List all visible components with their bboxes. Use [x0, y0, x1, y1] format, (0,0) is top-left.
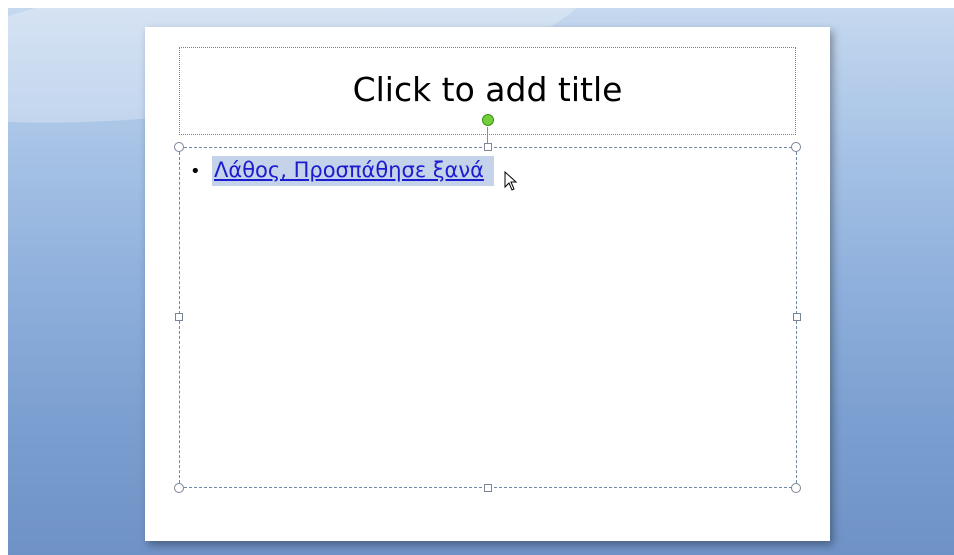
resize-handle-top[interactable]: [484, 143, 492, 151]
list-item: • Λάθος, Προσπάθησε ξανά: [190, 156, 494, 186]
content-placeholder[interactable]: • Λάθος, Προσπάθησε ξανά: [179, 147, 797, 488]
slide-workspace: Click to add title • Λάθος, Προσπάθησε ξ…: [8, 8, 954, 555]
resize-handle-right[interactable]: [793, 313, 801, 321]
title-text[interactable]: Click to add title: [353, 70, 623, 109]
resize-handle-top-right[interactable]: [791, 142, 801, 152]
resize-handle-bottom-left[interactable]: [174, 483, 184, 493]
rotate-handle-icon[interactable]: [482, 114, 494, 126]
bullet-icon: •: [190, 160, 201, 182]
hyperlink-text[interactable]: Λάθος, Προσπάθησε ξανά: [212, 156, 494, 186]
resize-handle-left[interactable]: [175, 313, 183, 321]
resize-handle-bottom-right[interactable]: [791, 483, 801, 493]
slide-canvas[interactable]: Click to add title • Λάθος, Προσπάθησε ξ…: [145, 27, 830, 541]
resize-handle-top-left[interactable]: [174, 142, 184, 152]
resize-handle-bottom[interactable]: [484, 484, 492, 492]
arrow-cursor-icon: [504, 171, 518, 191]
